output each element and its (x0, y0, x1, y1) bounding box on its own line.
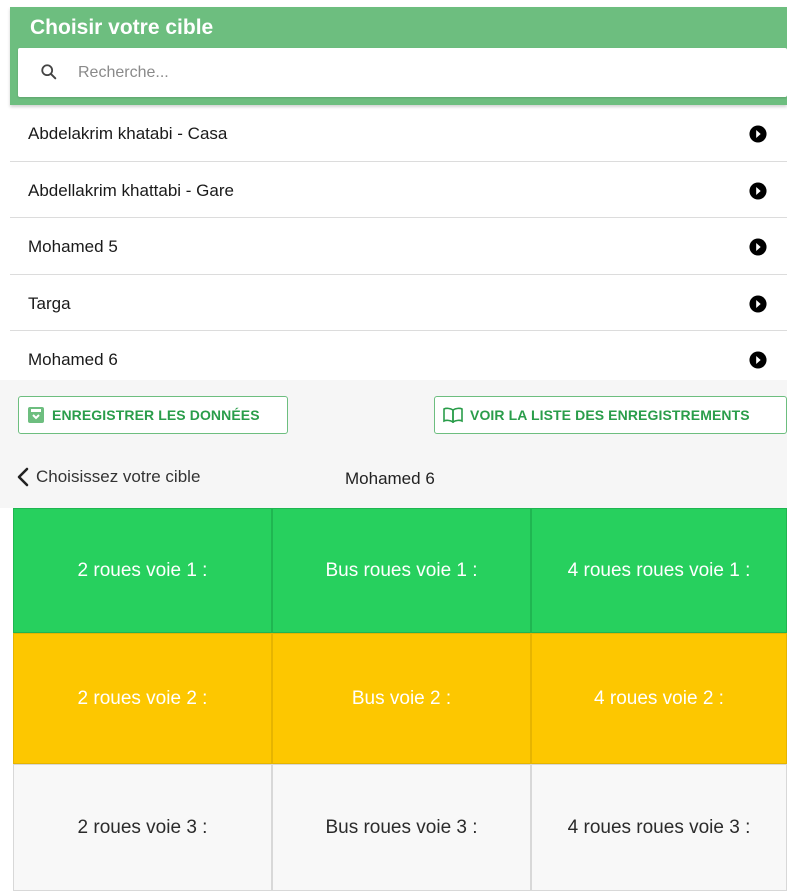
search-icon (41, 64, 57, 80)
list-item-label: Targa (28, 293, 71, 313)
cell-bus-voie-3[interactable]: Bus roues voie 3 : (272, 764, 531, 891)
play-circle-icon (749, 181, 767, 200)
header-title: Choisir votre cible (30, 16, 214, 39)
book-icon (443, 407, 463, 423)
cell-2-roues-voie-1[interactable]: 2 roues voie 1 : (13, 508, 272, 633)
lane-grid: 2 roues voie 1 : Bus roues voie 1 : 4 ro… (13, 508, 787, 891)
save-data-button[interactable]: ENREGISTRER LES DONNÉES (18, 396, 288, 434)
list-item-label: Mohamed 6 (28, 350, 118, 369)
back-label: Choisissez votre cible (36, 467, 201, 486)
list-item[interactable]: Abdellakrim khattabi - Gare (10, 162, 787, 218)
selected-target-title: Mohamed 6 (345, 469, 435, 488)
cell-4-roues-voie-2[interactable]: 4 roues voie 2 : (531, 633, 787, 764)
view-records-label: VOIR LA LISTE DES ENREGISTREMENTS (470, 407, 750, 423)
search-input[interactable] (78, 48, 777, 97)
list-item-label: Mohamed 5 (28, 237, 118, 256)
app-header: Choisir votre cible (10, 7, 787, 105)
play-circle-icon (749, 238, 767, 256)
list-item[interactable]: Targa (10, 275, 787, 331)
list-item-label: Abdelakrim khatabi - Casa (28, 124, 228, 143)
save-data-label: ENREGISTRER LES DONNÉES (52, 407, 260, 423)
target-list: Abdelakrim khatabi - Casa Abdellakrim kh… (10, 105, 787, 388)
back-button[interactable]: Choisissez votre cible (16, 467, 200, 487)
save-icon (28, 407, 44, 423)
cell-4-roues-voie-3[interactable]: 4 roues roues voie 3 : (531, 764, 787, 891)
cell-bus-voie-2[interactable]: Bus voie 2 : (272, 633, 531, 764)
play-circle-icon (749, 125, 767, 143)
cell-bus-voie-1[interactable]: Bus roues voie 1 : (272, 508, 531, 633)
list-item[interactable]: Mohamed 5 (10, 218, 787, 275)
sub-navigation: Choisissez votre cible Mohamed 6 (0, 451, 787, 508)
cell-2-roues-voie-2[interactable]: 2 roues voie 2 : (13, 633, 272, 764)
actions-bar: ENREGISTRER LES DONNÉES VOIR LA LISTE DE… (0, 380, 787, 451)
view-records-button[interactable]: VOIR LA LISTE DES ENREGISTREMENTS (434, 396, 787, 434)
list-item-label: Abdellakrim khattabi - Gare (28, 180, 234, 200)
list-item[interactable]: Abdelakrim khatabi - Casa (10, 105, 787, 162)
search-bar[interactable] (18, 48, 787, 97)
chevron-left-icon (17, 467, 29, 487)
cell-4-roues-voie-1[interactable]: 4 roues roues voie 1 : (531, 508, 787, 633)
cell-2-roues-voie-3[interactable]: 2 roues voie 3 : (13, 764, 272, 891)
play-circle-icon (749, 351, 767, 369)
play-circle-icon (749, 294, 767, 313)
